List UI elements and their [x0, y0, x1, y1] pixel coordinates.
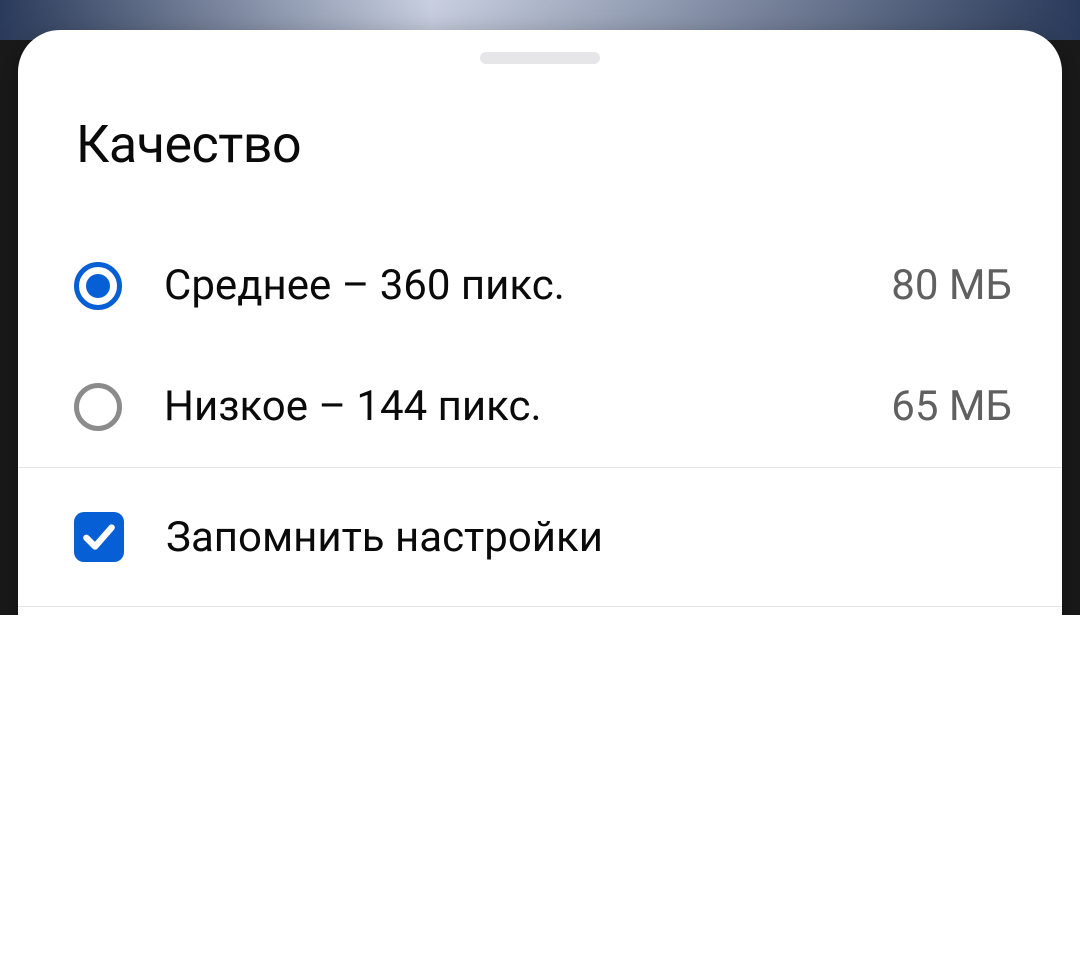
option-size: 80 МБ — [891, 261, 1012, 310]
radio-unselected-icon — [74, 383, 122, 431]
option-label: Низкое – 144 пикс. — [164, 382, 891, 431]
radio-selected-icon — [74, 262, 122, 310]
download-button[interactable]: Скачать — [553, 631, 1022, 731]
cancel-button[interactable]: Отмена — [58, 631, 527, 731]
option-label: Среднее – 360 пикс. — [164, 261, 891, 310]
progress-sliver — [0, 795, 18, 807]
modal-backdrop: Качество Среднее – 360 пикс. 80 МБ Низко… — [0, 0, 1080, 955]
quality-option-medium[interactable]: Среднее – 360 пикс. 80 МБ — [66, 225, 1022, 346]
drag-handle-icon[interactable] — [480, 52, 600, 64]
option-size: 65 МБ — [891, 382, 1012, 431]
remember-label: Запомнить настройки — [166, 513, 603, 562]
sheet-title: Качество — [18, 64, 1062, 185]
quality-options-list: Среднее – 360 пикс. 80 МБ Низкое – 144 п… — [18, 185, 1062, 467]
remember-settings-row[interactable]: Запомнить настройки — [18, 468, 1062, 606]
quality-bottom-sheet: Качество Среднее – 360 пикс. 80 МБ Низко… — [18, 30, 1062, 930]
quality-option-low[interactable]: Низкое – 144 пикс. 65 МБ — [66, 346, 1022, 467]
checkbox-checked-icon — [74, 512, 124, 562]
action-buttons: Отмена Скачать — [18, 607, 1062, 741]
